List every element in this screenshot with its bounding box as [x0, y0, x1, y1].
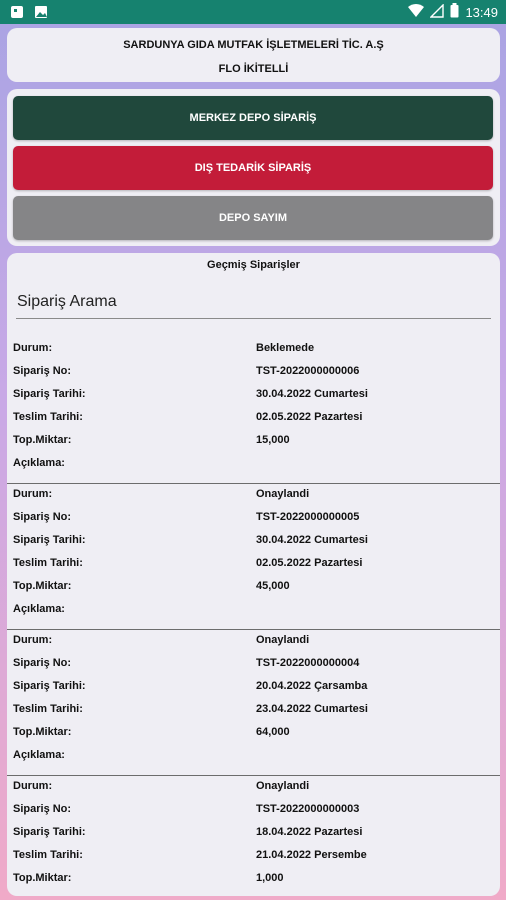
- order-no-label: Sipariş No:: [13, 657, 72, 669]
- wifi-icon: [408, 3, 425, 21]
- order-search-input[interactable]: Sipariş Arama: [16, 293, 491, 319]
- status-bar: 13:49: [0, 0, 506, 24]
- company-name: SARDUNYA GIDA MUTFAK İŞLETMELERİ TİC. A.…: [123, 39, 384, 51]
- status-label: Durum:: [13, 634, 53, 646]
- delivery-date-label: Teslim Tarihi:: [13, 411, 83, 423]
- notification-icon: [10, 5, 24, 24]
- order-no-value: TST-2022000000004: [256, 657, 360, 669]
- order-no-label: Sipariş No:: [13, 803, 72, 815]
- order-history-panel: Geçmiş Siparişler Sipariş Arama Durum: Be…: [7, 253, 500, 896]
- order-no-label: Sipariş No:: [13, 511, 72, 523]
- delivery-date-label: Teslim Tarihi:: [13, 557, 83, 569]
- order-no-label: Sipariş No:: [13, 365, 72, 377]
- external-supply-order-button[interactable]: DIŞ TEDARİK SİPARİŞ: [13, 146, 493, 190]
- delivery-date-label: Teslim Tarihi:: [13, 703, 83, 715]
- delivery-date-value: 21.04.2022 Persembe: [256, 849, 367, 861]
- status-value: Onaylandi: [256, 780, 310, 792]
- total-qty-label: Top.Miktar:: [13, 726, 72, 738]
- battery-icon: [450, 3, 459, 21]
- note-label: Açıklama:: [13, 895, 65, 896]
- total-qty-value: 15,000: [256, 434, 290, 446]
- order-date-label: Sipariş Tarihi:: [13, 388, 86, 400]
- status-value: Beklemede: [256, 342, 315, 354]
- status-value: Onaylandi: [256, 634, 310, 646]
- action-buttons-panel: MERKEZ DEPO SİPARİŞ DIŞ TEDARİK SİPARİŞ …: [7, 89, 500, 246]
- order-item[interactable]: Durum: Onaylandi Sipariş No: TST-2022000000…: [7, 484, 500, 630]
- order-item[interactable]: Durum: Beklemede Sipariş No: TST-2022000000…: [7, 338, 500, 484]
- clock-time: 13:49: [465, 4, 498, 20]
- warehouse-count-button[interactable]: DEPO SAYIM: [13, 196, 493, 240]
- signal-icon: [429, 2, 445, 21]
- delivery-date-value: 02.05.2022 Pazartesi: [256, 557, 363, 569]
- branch-name: FLO İKİTELLİ: [218, 63, 289, 75]
- image-icon: [34, 5, 48, 24]
- total-qty-label: Top.Miktar:: [13, 580, 72, 592]
- total-qty-label: Top.Miktar:: [13, 434, 72, 446]
- status-label: Durum:: [13, 780, 53, 792]
- order-item[interactable]: Durum: Onaylandi Sipariş No: TST-2022000000…: [7, 776, 500, 896]
- order-item[interactable]: Durum: Onaylandi Sipariş No: TST-2022000000…: [7, 630, 500, 776]
- company-header: SARDUNYA GIDA MUTFAK İŞLETMELERİ TİC. A.…: [7, 28, 500, 82]
- order-no-value: TST-2022000000005: [256, 511, 360, 523]
- order-date-value: 30.04.2022 Cumartesi: [256, 388, 368, 400]
- order-date-label: Sipariş Tarihi:: [13, 680, 86, 692]
- total-qty-value: 1,000: [256, 872, 284, 884]
- note-label: Açıklama:: [13, 603, 65, 615]
- order-date-label: Sipariş Tarihi:: [13, 826, 86, 838]
- delivery-date-label: Teslim Tarihi:: [13, 849, 83, 861]
- note-label: Açıklama:: [13, 749, 65, 761]
- order-no-value: TST-2022000000006: [256, 365, 360, 377]
- order-list[interactable]: Durum: Beklemede Sipariş No: TST-2022000000…: [7, 338, 500, 896]
- delivery-date-value: 23.04.2022 Cumartesi: [256, 703, 368, 715]
- delivery-date-value: 02.05.2022 Pazartesi: [256, 411, 363, 423]
- central-warehouse-order-button[interactable]: MERKEZ DEPO SİPARİŞ: [13, 96, 493, 140]
- total-qty-value: 45,000: [256, 580, 290, 592]
- order-date-value: 18.04.2022 Pazartesi: [256, 826, 363, 838]
- status-label: Durum:: [13, 342, 53, 354]
- order-history-title: Geçmiş Siparişler: [207, 259, 300, 271]
- order-date-value: 20.04.2022 Çarsamba: [256, 680, 368, 692]
- order-date-value: 30.04.2022 Cumartesi: [256, 534, 368, 546]
- total-qty-label: Top.Miktar:: [13, 872, 72, 884]
- status-label: Durum:: [13, 488, 53, 500]
- order-date-label: Sipariş Tarihi:: [13, 534, 86, 546]
- order-no-value: TST-2022000000003: [256, 803, 360, 815]
- note-label: Açıklama:: [13, 457, 65, 469]
- status-value: Onaylandi: [256, 488, 310, 500]
- total-qty-value: 64,000: [256, 726, 290, 738]
